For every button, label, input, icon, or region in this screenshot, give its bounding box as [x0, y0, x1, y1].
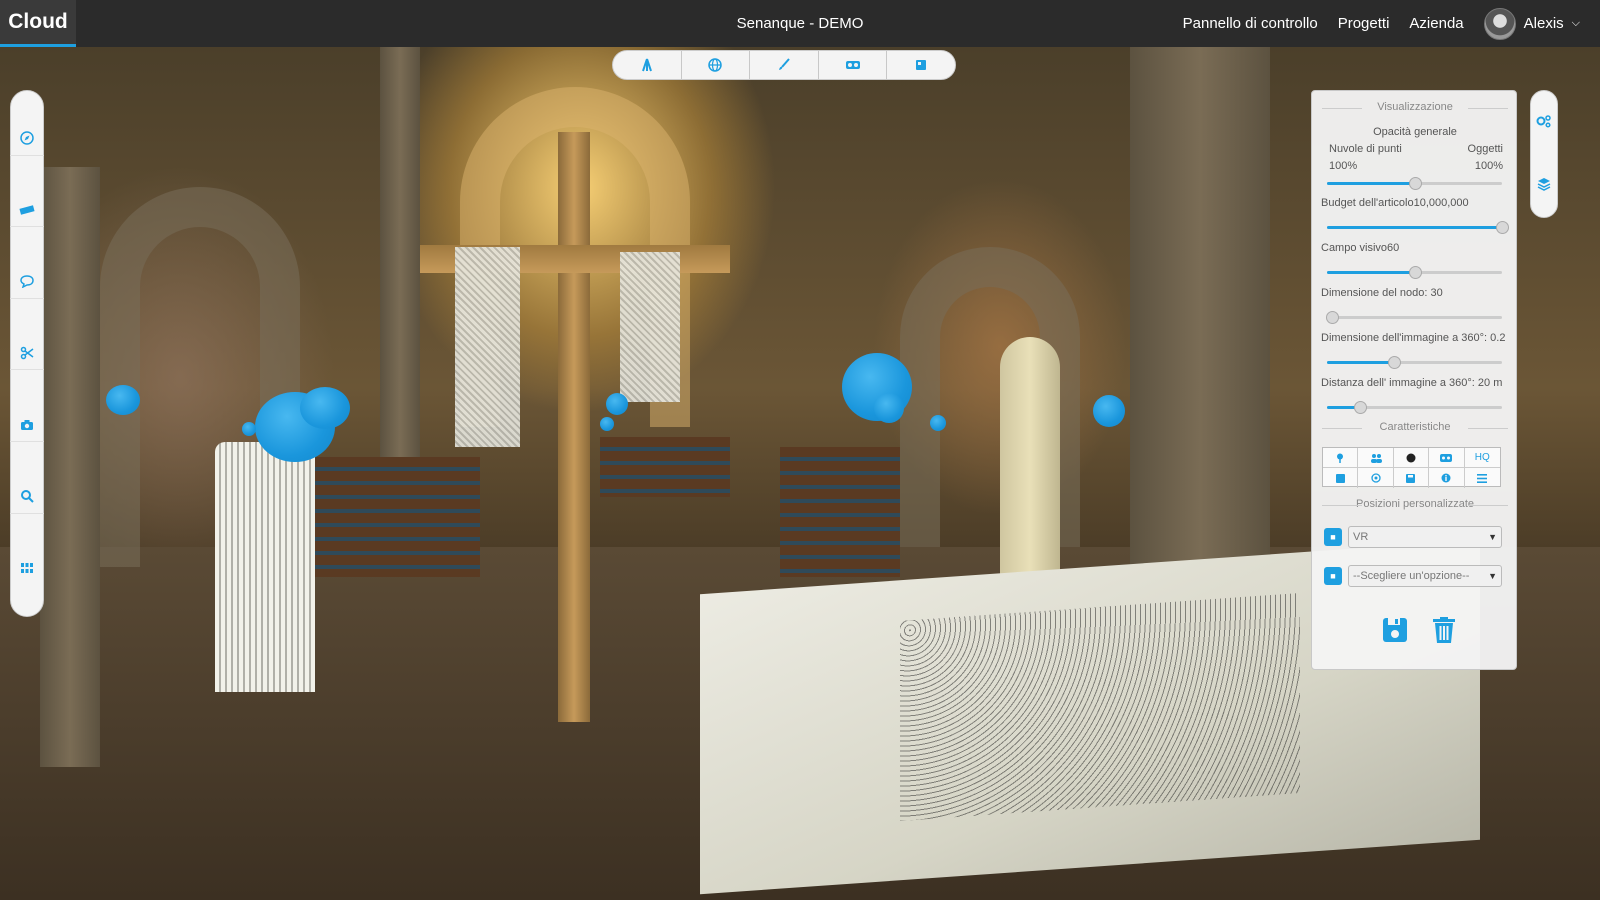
pin-icon[interactable]: [1323, 448, 1359, 468]
features-title: Caratteristiche: [1312, 421, 1518, 433]
save-position-button[interactable]: [1382, 616, 1408, 644]
brand-text: Cloud: [8, 10, 68, 33]
position-row: ■ VR ▼: [1324, 526, 1502, 548]
scene-pillar: [40, 167, 100, 767]
slider-thumb[interactable]: [1387, 356, 1401, 369]
chevron-down-icon: ▼: [1488, 571, 1497, 581]
globe-icon[interactable]: [682, 51, 751, 79]
settings-icon[interactable]: [1536, 114, 1552, 131]
position-checkbox[interactable]: ■: [1324, 528, 1342, 546]
view-mode-toolbar: [612, 50, 956, 80]
image360-sphere[interactable]: [930, 415, 946, 431]
node-size-slider[interactable]: [1326, 311, 1502, 324]
info-icon[interactable]: [1429, 468, 1465, 488]
vr-icon[interactable]: [1429, 448, 1465, 468]
opacity-slider[interactable]: [1327, 177, 1502, 190]
image360-sphere[interactable]: [242, 422, 256, 436]
scene-pillar: [1130, 47, 1270, 607]
left-tools-sidebar: [10, 90, 44, 617]
visualization-panel: Visualizzazione Opacità generale Nuvole …: [1311, 90, 1517, 670]
fov-slider[interactable]: [1327, 266, 1502, 279]
comment-icon[interactable]: [10, 265, 44, 299]
point-clouds-label: Nuvole di punti: [1329, 143, 1402, 155]
image360-sphere[interactable]: [606, 393, 628, 415]
scene-cloth: [620, 252, 680, 402]
ruler-icon[interactable]: [10, 193, 44, 228]
compass-icon[interactable]: [10, 122, 44, 156]
visualization-title: Visualizzazione: [1312, 101, 1518, 113]
image360-distance-label: Distanza dell' immagine a 360°: 20 m: [1321, 377, 1503, 389]
scene-pews: [300, 457, 480, 577]
position-select-option[interactable]: --Scegliere un'opzione-- ▼: [1348, 565, 1502, 587]
select-value: VR: [1353, 531, 1369, 543]
slider-thumb[interactable]: [1408, 177, 1422, 190]
scene-pews: [600, 437, 730, 497]
image360-sphere[interactable]: [1093, 395, 1125, 427]
nav-company[interactable]: Azienda: [1409, 15, 1463, 32]
scene-robe: [215, 442, 315, 692]
budget-label: Budget dell'articolo10,000,000: [1321, 197, 1469, 209]
nav-projects[interactable]: Progetti: [1338, 15, 1390, 32]
features-grid: HQ: [1322, 447, 1501, 488]
opacity-title: Opacità generale: [1373, 126, 1457, 138]
positions-title: Posizioni personalizzate: [1312, 498, 1518, 510]
grid-icon[interactable]: [10, 551, 44, 585]
avatar: [1483, 7, 1516, 40]
slider-thumb[interactable]: [1326, 311, 1340, 324]
list-icon[interactable]: [1465, 468, 1500, 488]
delete-position-button[interactable]: [1431, 616, 1457, 644]
trash-icon: [1433, 617, 1455, 643]
objects-value: 100%: [1474, 160, 1503, 172]
user-name: Alexis: [1523, 15, 1564, 32]
slider-thumb[interactable]: [1496, 221, 1509, 234]
brand-logo[interactable]: Cloud: [0, 0, 76, 47]
image360-sphere[interactable]: [106, 385, 140, 415]
top-nav: Pannello di controllo Progetti Azienda A…: [1183, 0, 1580, 47]
fov-label: Campo visivo60: [1321, 242, 1400, 254]
scene-statue: [1000, 337, 1060, 597]
position-checkbox[interactable]: ■: [1324, 567, 1342, 585]
slider-thumb[interactable]: [1408, 266, 1422, 279]
user-menu[interactable]: Alexis ⌵: [1483, 7, 1580, 40]
layers-icon[interactable]: [1537, 177, 1551, 194]
top-bar: Cloud Senanque - DEMO Pannello di contro…: [0, 0, 1600, 47]
slider-thumb[interactable]: [1354, 401, 1368, 414]
scene-cloth: [455, 247, 520, 447]
scene-cross: [558, 132, 590, 722]
nav-dashboard[interactable]: Pannello di controllo: [1183, 15, 1318, 32]
point-clouds-value: 100%: [1329, 160, 1358, 172]
floppy-disk-icon: [1383, 618, 1407, 642]
position-select-vr[interactable]: VR ▼: [1348, 526, 1502, 548]
cube-icon[interactable]: [887, 51, 955, 79]
circle-icon[interactable]: [1393, 448, 1430, 468]
camera-icon[interactable]: [10, 408, 44, 443]
hq-toggle[interactable]: HQ: [1464, 448, 1500, 468]
image360-distance-slider[interactable]: [1327, 401, 1502, 414]
save-icon[interactable]: [1394, 468, 1430, 488]
select-value: --Scegliere un'opzione--: [1353, 570, 1470, 582]
users-icon[interactable]: [1358, 448, 1394, 468]
chevron-down-icon: ▼: [1488, 532, 1497, 542]
target-icon[interactable]: [1358, 468, 1394, 488]
image360-sphere[interactable]: [874, 393, 904, 423]
search-icon[interactable]: [10, 480, 44, 514]
brush-icon[interactable]: [750, 51, 819, 79]
image360-sphere[interactable]: [600, 417, 614, 431]
right-sidebar: [1530, 90, 1558, 218]
image360-sphere[interactable]: [300, 387, 350, 429]
image360-size-slider[interactable]: [1327, 356, 1502, 369]
tripod-icon[interactable]: [613, 51, 682, 79]
chevron-down-icon: ⌵: [1571, 17, 1580, 29]
image360-size-label: Dimensione dell'immagine a 360°: 0.2: [1321, 332, 1506, 344]
vr-headset-icon[interactable]: [819, 51, 888, 79]
scissors-icon[interactable]: [10, 336, 44, 371]
budget-slider[interactable]: [1327, 221, 1509, 234]
scene-pews: [780, 447, 900, 577]
scene-altar-texture: [900, 593, 1300, 821]
position-row: ■ --Scegliere un'opzione-- ▼: [1324, 565, 1502, 587]
node-size-label: Dimensione del nodo: 30: [1321, 287, 1443, 299]
objects-label: Oggetti: [1467, 143, 1503, 155]
box-icon[interactable]: [1323, 468, 1359, 488]
